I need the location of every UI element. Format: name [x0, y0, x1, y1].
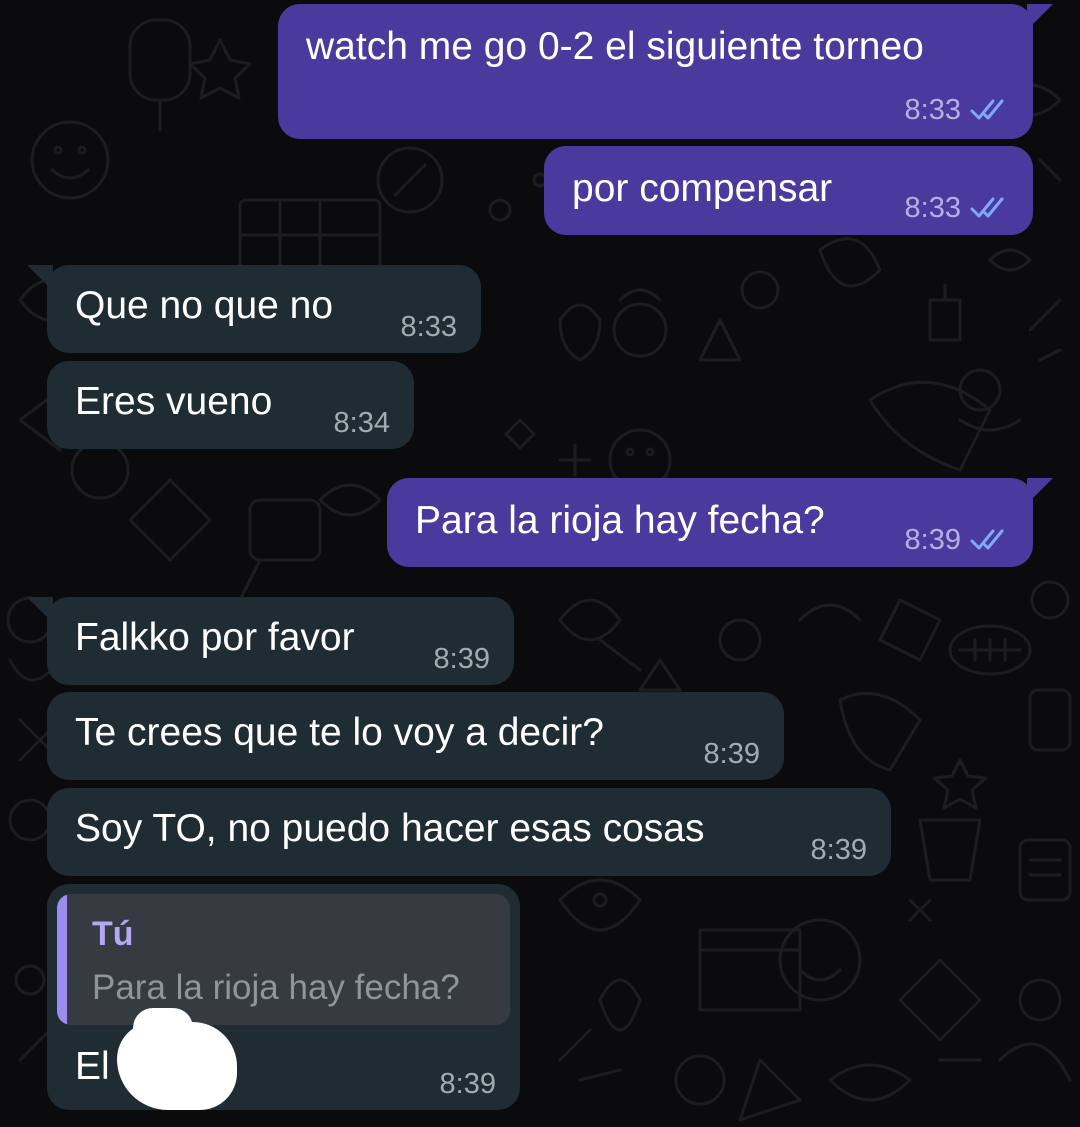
- quote-accent-bar: [57, 894, 67, 1025]
- chat-view[interactable]: watch me go 0-2 el siguiente torneo 8:33…: [0, 0, 1080, 1127]
- message-text: por compensar: [572, 167, 833, 210]
- message-meta: 8:33: [905, 94, 1011, 126]
- quoted-message[interactable]: Tú Para la rioja hay fecha?: [57, 894, 510, 1025]
- message-outgoing[interactable]: por compensar 8:33: [544, 146, 1033, 235]
- message-meta: 8:39: [434, 643, 490, 675]
- message-incoming-reply[interactable]: Tú Para la rioja hay fecha? El 8:39: [47, 884, 520, 1110]
- message-time: 8:39: [703, 738, 760, 770]
- read-double-check-icon: [970, 197, 1004, 218]
- message-meta: 8:33: [401, 311, 457, 343]
- message-meta: 8:39: [704, 738, 760, 770]
- redaction-scribble: [133, 1008, 193, 1048]
- message-incoming[interactable]: Que no que no 8:33: [27, 265, 481, 353]
- quoted-text: Para la rioja hay fecha?: [92, 968, 460, 1007]
- quoted-author: Tú: [92, 915, 134, 953]
- message-time: 8:33: [400, 311, 457, 343]
- message-text: watch me go 0-2 el siguiente torneo: [306, 25, 924, 68]
- message-meta: 8:39: [811, 834, 867, 866]
- message-time: 8:33: [904, 192, 961, 224]
- message-incoming[interactable]: Falkko por favor 8:39: [27, 597, 514, 685]
- message-time: 8:33: [904, 94, 961, 126]
- message-text: Te crees que te lo voy a decir?: [75, 711, 604, 754]
- message-incoming[interactable]: Te crees que te lo voy a decir? 8:39: [47, 692, 784, 780]
- message-incoming[interactable]: Eres vueno 8:34: [47, 361, 414, 449]
- message-time: 8:39: [439, 1068, 496, 1100]
- message-outgoing[interactable]: watch me go 0-2 el siguiente torneo 8:33: [278, 4, 1053, 139]
- message-meta: 8:39: [905, 524, 1011, 556]
- message-outgoing[interactable]: Para la rioja hay fecha? 8:39: [387, 478, 1053, 567]
- message-text: Soy TO, no puedo hacer esas cosas: [75, 807, 705, 850]
- message-meta: 8:39: [440, 1068, 496, 1100]
- read-double-check-icon: [970, 529, 1004, 550]
- bubble-tail: [27, 597, 53, 623]
- message-meta: 8:33: [905, 192, 1011, 224]
- message-text: Falkko por favor: [75, 616, 355, 659]
- message-incoming[interactable]: Soy TO, no puedo hacer esas cosas 8:39: [47, 788, 891, 876]
- message-text: Para la rioja hay fecha?: [415, 499, 825, 542]
- read-double-check-icon: [970, 99, 1004, 120]
- bubble-tail: [27, 265, 53, 291]
- message-meta: 8:34: [334, 407, 390, 439]
- message-time: 8:39: [904, 524, 961, 556]
- message-time: 8:34: [333, 407, 390, 439]
- message-time: 8:39: [433, 643, 490, 675]
- message-text: Eres vueno: [75, 380, 273, 423]
- bubble-tail: [1027, 4, 1053, 30]
- message-text: Que no que no: [75, 284, 334, 327]
- message-time: 8:39: [810, 834, 867, 866]
- message-text: El: [75, 1045, 110, 1088]
- bubble-tail: [1027, 478, 1053, 504]
